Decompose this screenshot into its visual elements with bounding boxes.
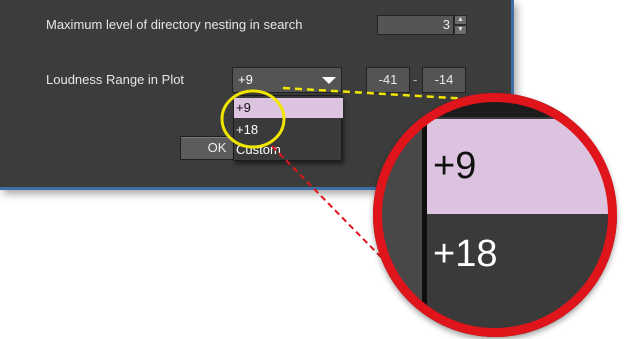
yellow-highlight-circle: [220, 89, 286, 149]
magnifier-ring: [373, 93, 617, 337]
